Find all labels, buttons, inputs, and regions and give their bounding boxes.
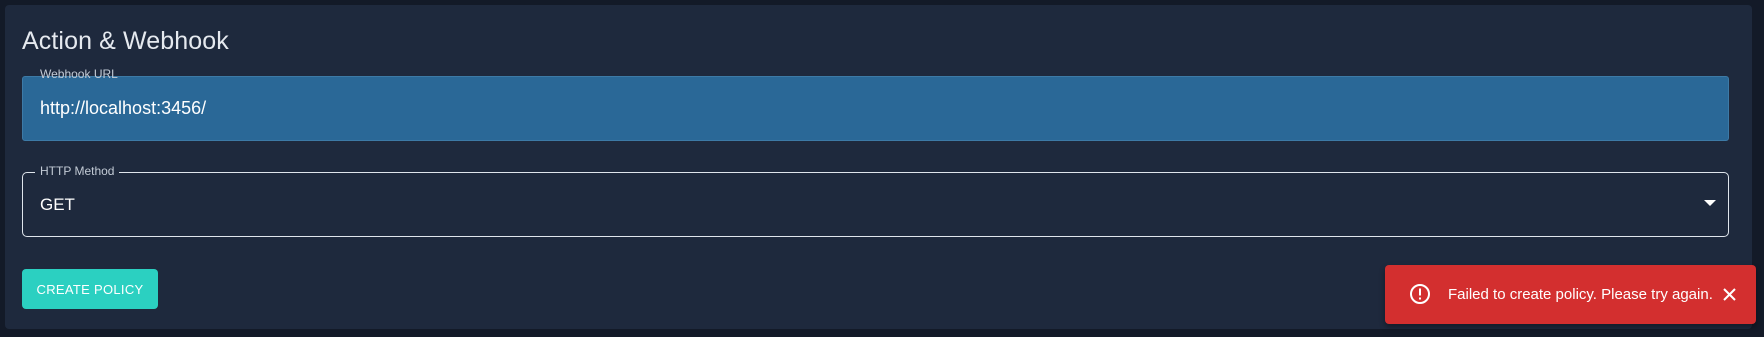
webhook-url-field[interactable]: Webhook URL http://localhost:3456/ [22,67,1729,141]
webhook-url-value[interactable]: http://localhost:3456/ [40,77,206,140]
section-title: Action & Webhook [22,27,229,55]
dropdown-arrow-icon[interactable] [1704,200,1716,206]
toast-message: Failed to create policy. Please try agai… [1448,286,1713,303]
error-toast: Failed to create policy. Please try agai… [1385,265,1756,324]
http-method-value[interactable]: GET [40,173,75,236]
close-icon[interactable] [1719,284,1740,305]
error-outline-icon [1409,283,1431,305]
create-policy-button[interactable]: CREATE POLICY [22,269,158,309]
http-method-select[interactable]: HTTP Method GET [22,164,1729,237]
